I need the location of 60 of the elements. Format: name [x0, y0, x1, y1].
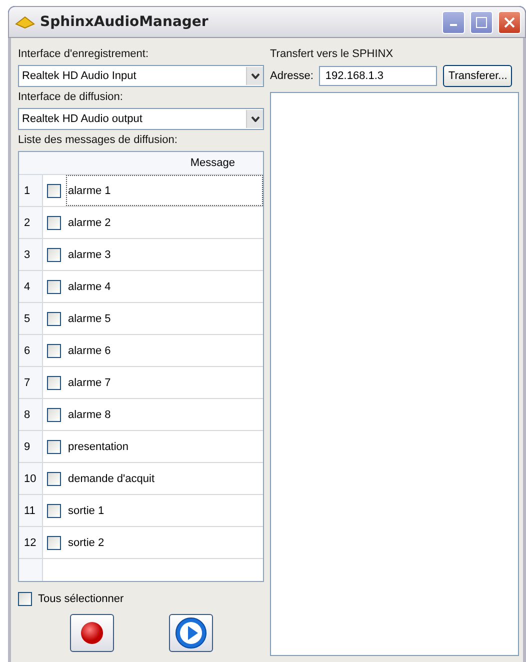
message-name[interactable]: alarme 4 [66, 271, 263, 302]
checkbox-label: Tous sélectionner [38, 593, 124, 605]
transfer-button[interactable]: Transferer... [443, 65, 512, 87]
row-number: 1 [19, 175, 43, 206]
list-label: Liste des messages de diffusion: [18, 134, 178, 146]
message-name[interactable]: alarme 1 [66, 175, 263, 206]
select-all-checkbox[interactable] [18, 592, 32, 606]
row-checkbox[interactable] [47, 504, 61, 518]
playback-dropdown[interactable]: Realtek HD Audio output [18, 108, 264, 130]
message-name[interactable]: demande d'acquit [66, 463, 263, 494]
field-label: Interface de diffusion: [18, 91, 124, 103]
row-checkbox[interactable] [47, 216, 61, 230]
row-checkbox[interactable] [47, 184, 61, 198]
row-checkbox[interactable] [47, 440, 61, 454]
minimize-button[interactable] [442, 10, 465, 34]
chevron-icon [250, 116, 260, 122]
row-number: 9 [19, 431, 43, 462]
section-title: Transfert vers le SPHINX [270, 48, 394, 60]
message-name[interactable]: alarme 7 [66, 367, 263, 398]
row-checkbox[interactable] [47, 312, 61, 326]
row-checkbox[interactable] [47, 344, 61, 358]
row-checkbox[interactable] [47, 248, 61, 262]
row-number: 10 [19, 463, 43, 494]
address-label: Adresse: [270, 70, 314, 82]
row-number: 11 [19, 495, 43, 526]
play-icon [175, 617, 207, 649]
app-icon [15, 15, 35, 29]
row-number: 4 [19, 271, 43, 302]
close-icon [504, 16, 515, 28]
maximize-button[interactable] [470, 10, 493, 34]
window-title: SphinxAudioManager [40, 14, 210, 30]
message-name[interactable]: alarme 6 [66, 335, 263, 366]
message-name[interactable]: presentation [66, 431, 263, 462]
message-name[interactable]: sortie 1 [66, 495, 263, 526]
play-button[interactable] [169, 614, 213, 652]
address-field[interactable]: 192.168.1.3 [319, 66, 438, 86]
row-number: 3 [19, 239, 43, 270]
recording-dropdown[interactable]: Realtek HD Audio Input [18, 65, 264, 87]
close-button[interactable] [498, 10, 521, 34]
row-checkbox[interactable] [47, 408, 61, 422]
row-checkbox[interactable] [47, 472, 61, 486]
message-name[interactable]: sortie 2 [66, 527, 263, 558]
chevron-icon [250, 73, 260, 79]
record-icon [80, 621, 104, 645]
message-name[interactable]: alarme 5 [66, 303, 263, 334]
message-name[interactable]: alarme 2 [66, 207, 263, 238]
row-checkbox[interactable] [47, 536, 61, 550]
row-number: 6 [19, 335, 43, 366]
field-label: Interface d'enregistrement: [18, 48, 150, 60]
row-number: 5 [19, 303, 43, 334]
message-name[interactable]: alarme 8 [66, 399, 263, 430]
maximize-icon [476, 16, 487, 28]
row-number: 8 [19, 399, 43, 430]
row-checkbox[interactable] [47, 280, 61, 294]
row-number: 12 [19, 527, 43, 558]
message-name[interactable]: alarme 3 [66, 239, 263, 270]
record-button[interactable] [70, 614, 114, 652]
row-checkbox[interactable] [47, 376, 61, 390]
row-number: 2 [19, 207, 43, 238]
row-number: 7 [19, 367, 43, 398]
